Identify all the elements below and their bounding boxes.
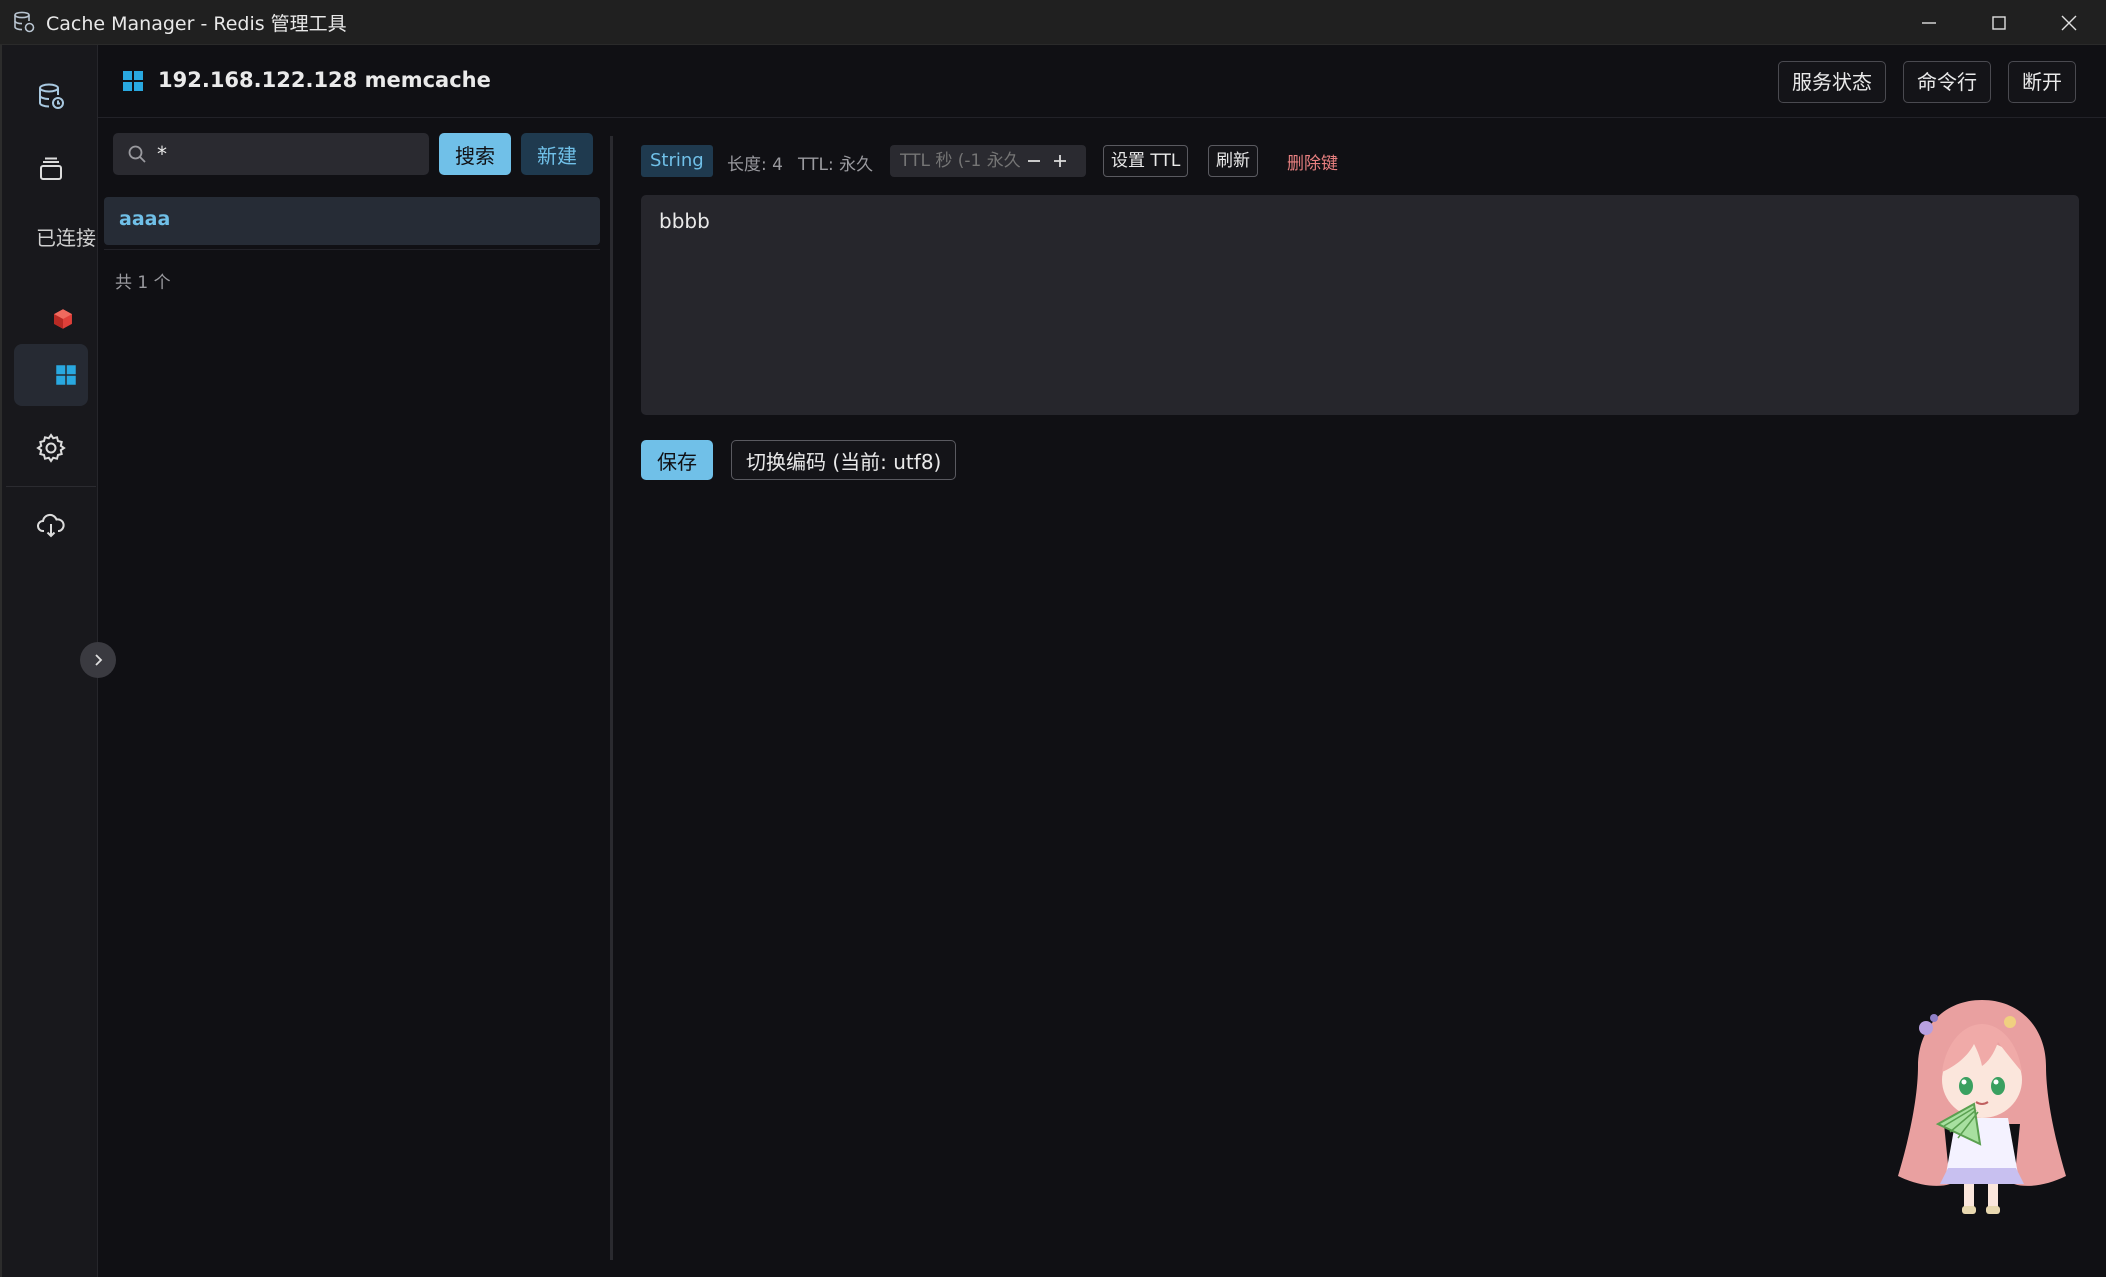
key-type-badge: String xyxy=(641,145,713,177)
search-button[interactable]: 搜索 xyxy=(439,133,511,175)
ttl-decrement-button[interactable] xyxy=(1024,151,1044,171)
save-button[interactable]: 保存 xyxy=(641,440,713,480)
connection-header: 192.168.122.128 memcache 服务状态 命令行 断开 xyxy=(98,45,2106,118)
key-search-input[interactable] xyxy=(157,139,417,169)
rail-item-redis[interactable] xyxy=(14,288,88,350)
windows-grid-icon xyxy=(123,71,143,91)
key-list-panel: 搜索 新建 aaaa 共 1 个 xyxy=(99,118,609,1277)
service-status-button[interactable]: 服务状态 xyxy=(1778,61,1886,103)
minus-icon xyxy=(1028,160,1040,162)
layers-icon xyxy=(40,157,62,180)
rail-app-logo[interactable] xyxy=(14,65,88,127)
switch-encoding-button[interactable]: 切换编码 (当前: utf8) xyxy=(731,440,957,480)
close-button[interactable] xyxy=(2034,0,2104,45)
database-icon xyxy=(14,11,35,33)
plus-icon xyxy=(1054,155,1066,167)
window-title: Cache Manager - Redis 管理工具 xyxy=(46,13,347,35)
rail-item-cloud[interactable] xyxy=(14,494,88,556)
maximize-icon xyxy=(1992,15,2006,30)
gear-icon xyxy=(36,433,66,463)
chevron-right-icon xyxy=(95,654,103,666)
key-list-divider xyxy=(104,249,600,250)
ttl-increment-button[interactable] xyxy=(1050,151,1070,171)
expand-sidebar-button[interactable] xyxy=(80,642,116,678)
ttl-input[interactable] xyxy=(900,149,1020,173)
close-icon xyxy=(2061,15,2077,30)
windows-grid-icon xyxy=(56,365,76,385)
key-search-box[interactable] xyxy=(113,133,429,175)
delete-key-button[interactable]: 删除键 xyxy=(1287,149,1338,174)
mascot-illustration xyxy=(1898,1000,2066,1214)
value-panel: String 长度: 4 TTL: 永久 设置 TTL 刷新 删除键 bbbb … xyxy=(613,118,2106,1277)
refresh-button[interactable]: 刷新 xyxy=(1208,145,1258,177)
rail-item-memcache[interactable] xyxy=(14,344,88,406)
connection-status-label: 已连接 xyxy=(36,226,96,250)
key-count: 共 1 个 xyxy=(115,273,171,293)
rail-divider xyxy=(6,486,96,487)
ttl-stepper[interactable] xyxy=(890,145,1086,177)
cloud-download-icon xyxy=(37,513,65,538)
title-bar: Cache Manager - Redis 管理工具 xyxy=(0,0,2106,45)
minimize-button[interactable] xyxy=(1894,0,1964,45)
list-item[interactable]: aaaa xyxy=(104,197,600,245)
value-length: 长度: 4 xyxy=(727,155,783,175)
database-icon xyxy=(39,83,64,109)
search-icon xyxy=(128,145,146,163)
minimize-icon xyxy=(1922,21,1936,24)
key-name: aaaa xyxy=(119,208,171,230)
maximize-button[interactable] xyxy=(1964,0,2034,45)
value-editor[interactable]: bbbb xyxy=(641,195,2079,415)
new-key-button[interactable]: 新建 xyxy=(521,133,593,175)
command-line-button[interactable]: 命令行 xyxy=(1903,61,1991,103)
connection-title: 192.168.122.128 memcache xyxy=(158,68,491,92)
redis-cube-icon xyxy=(54,309,72,329)
rail-item-layers[interactable] xyxy=(14,139,88,201)
ttl-status: TTL: 永久 xyxy=(798,155,874,175)
disconnect-button[interactable]: 断开 xyxy=(2008,61,2076,103)
value-textarea[interactable]: bbbb xyxy=(659,209,2059,399)
rail-item-settings[interactable] xyxy=(14,417,88,479)
set-ttl-button[interactable]: 设置 TTL xyxy=(1103,145,1189,177)
